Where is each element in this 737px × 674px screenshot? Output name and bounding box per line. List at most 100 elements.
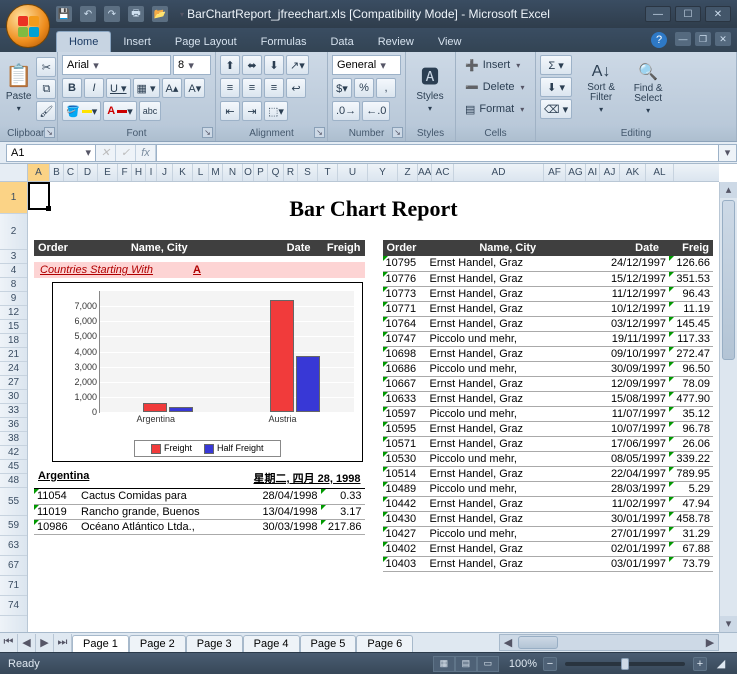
tab-page-layout[interactable]: Page Layout <box>163 32 249 52</box>
formula-bar[interactable] <box>157 144 719 162</box>
column-header[interactable]: B <box>50 164 64 181</box>
cell-order[interactable]: 10489 <box>383 481 427 496</box>
italic-button[interactable]: I <box>84 78 104 98</box>
chevron-down-icon[interactable]: ▾ <box>89 59 103 72</box>
column-header[interactable]: AD <box>454 164 544 181</box>
row-header[interactable]: 30 <box>0 390 27 404</box>
workbook-minimize-button[interactable]: — <box>675 32 691 46</box>
decrease-decimal-button[interactable]: ←.0 <box>362 101 390 121</box>
cell-freight[interactable]: 78.09 <box>669 376 713 391</box>
cell-order[interactable]: 10402 <box>383 541 427 556</box>
resize-grip-icon[interactable]: ◢ <box>713 657 729 670</box>
align-bottom-button[interactable]: ⬇ <box>264 55 284 75</box>
cell-name[interactable]: Océano Atlántico Ltda., <box>78 519 249 534</box>
last-sheet-button[interactable]: ⏭ <box>54 634 72 652</box>
column-header[interactable]: AC <box>432 164 454 181</box>
cell-order[interactable]: 10403 <box>383 556 427 571</box>
fill-color-button[interactable]: 🪣 ▾ <box>62 101 101 121</box>
column-header[interactable]: T <box>318 164 338 181</box>
cell-order[interactable]: 10698 <box>383 346 427 361</box>
cell-name[interactable]: Piccolo und mehr, <box>427 361 598 376</box>
sheet-tab[interactable]: Page 1 <box>72 635 129 652</box>
column-header[interactable]: Z <box>398 164 418 181</box>
embedded-chart[interactable]: 01,0002,0003,0004,0005,0006,0007,000Arge… <box>52 282 363 462</box>
cell-date[interactable]: 19/11/1997 <box>597 331 669 346</box>
cell-name[interactable]: Ernst Handel, Graz <box>427 556 598 571</box>
prev-sheet-button[interactable]: ◀ <box>18 634 36 652</box>
cell-order[interactable]: 10776 <box>383 271 427 286</box>
cell-date[interactable]: 30/01/1997 <box>597 511 669 526</box>
cell-freight[interactable]: 31.29 <box>669 526 713 541</box>
cell-date[interactable]: 03/12/1997 <box>597 316 669 331</box>
cell-order[interactable]: 10667 <box>383 376 427 391</box>
tab-data[interactable]: Data <box>318 32 365 52</box>
scroll-right-button[interactable]: ▶ <box>702 635 718 650</box>
clear-button[interactable]: ⌫ ▾ <box>540 99 572 119</box>
cell-name[interactable]: Piccolo und mehr, <box>427 331 598 346</box>
column-headers[interactable]: ABCDEFHIJKLMNOPQRSTUYZAAACADAFAGAIAJAKAL <box>28 164 719 182</box>
row-header[interactable]: 3 <box>0 250 27 264</box>
cell-date[interactable]: 17/06/1997 <box>597 436 669 451</box>
cell-name[interactable]: Piccolo und mehr, <box>427 526 598 541</box>
cell-freight[interactable]: 351.53 <box>669 271 713 286</box>
column-header[interactable]: M <box>209 164 223 181</box>
cell-order[interactable]: 10986 <box>34 519 78 534</box>
cell-name[interactable]: Ernst Handel, Graz <box>427 541 598 556</box>
increase-decimal-button[interactable]: .0→ <box>332 101 360 121</box>
cell-date[interactable]: 30/09/1997 <box>597 361 669 376</box>
cell-date[interactable]: 11/12/1997 <box>597 286 669 301</box>
row-header[interactable]: 12 <box>0 306 27 320</box>
page-break-view-button[interactable]: ▭ <box>477 656 499 672</box>
cell-order[interactable]: 10747 <box>383 331 427 346</box>
help-icon[interactable]: ? <box>651 32 667 48</box>
cell-name[interactable]: Piccolo und mehr, <box>427 406 598 421</box>
zoom-slider[interactable] <box>565 662 685 666</box>
align-top-button[interactable]: ⬆ <box>220 55 240 75</box>
format-cells-button[interactable]: ▤Format <box>460 99 531 119</box>
cell-name[interactable]: Ernst Handel, Graz <box>427 496 598 511</box>
cell-freight[interactable]: 3.17 <box>321 504 365 519</box>
horizontal-scrollbar[interactable]: ◀ ▶ <box>499 634 719 651</box>
tab-view[interactable]: View <box>426 32 474 52</box>
column-header[interactable]: H <box>132 164 146 181</box>
cell-name[interactable]: Ernst Handel, Graz <box>427 466 598 481</box>
alignment-launcher[interactable]: ↘ <box>314 127 325 138</box>
cell-freight[interactable]: 67.88 <box>669 541 713 556</box>
cell-date[interactable]: 10/07/1997 <box>597 421 669 436</box>
cell-name[interactable]: Piccolo und mehr, <box>427 481 598 496</box>
font-name-combo[interactable]: Arial▾ <box>62 55 171 75</box>
sheet-tab[interactable]: Page 6 <box>356 635 413 652</box>
column-header[interactable]: O <box>243 164 254 181</box>
cell-order[interactable]: 10571 <box>383 436 427 451</box>
cell-name[interactable]: Piccolo und mehr, <box>427 451 598 466</box>
column-header[interactable]: AK <box>620 164 646 181</box>
cell-freight[interactable]: 458.78 <box>669 511 713 526</box>
insert-cells-button[interactable]: ➕Insert <box>460 55 531 75</box>
formula-bar-expand-button[interactable]: ▾ <box>719 144 737 162</box>
cell-name[interactable]: Ernst Handel, Graz <box>427 301 598 316</box>
tab-insert[interactable]: Insert <box>111 32 163 52</box>
cell-order[interactable]: 10597 <box>383 406 427 421</box>
row-header[interactable]: 67 <box>0 556 27 576</box>
fill-handle[interactable] <box>46 206 51 211</box>
format-painter-button[interactable]: 🖌 <box>36 101 56 121</box>
column-header[interactable]: F <box>118 164 132 181</box>
fill-button[interactable]: ⬇ ▾ <box>540 77 572 97</box>
undo-icon[interactable]: ↶ <box>80 6 96 22</box>
cell-freight[interactable]: 96.43 <box>669 286 713 301</box>
row-header[interactable]: 55 <box>0 488 27 516</box>
cell-order[interactable]: 10771 <box>383 301 427 316</box>
cell-name[interactable]: Ernst Handel, Graz <box>427 256 598 271</box>
name-box[interactable]: A1▾ <box>6 144 96 162</box>
maximize-button[interactable]: ☐ <box>675 6 701 22</box>
cell-order[interactable]: 11054 <box>34 489 78 504</box>
column-header[interactable]: R <box>284 164 298 181</box>
sheet-tab[interactable]: Page 5 <box>300 635 357 652</box>
cell-date[interactable]: 15/08/1997 <box>597 391 669 406</box>
tab-formulas[interactable]: Formulas <box>249 32 319 52</box>
fx-button[interactable]: fx <box>136 145 156 161</box>
cell-order[interactable]: 10530 <box>383 451 427 466</box>
zoom-out-button[interactable]: − <box>543 657 557 671</box>
row-header[interactable]: 21 <box>0 348 27 362</box>
cell-name[interactable]: Ernst Handel, Graz <box>427 346 598 361</box>
